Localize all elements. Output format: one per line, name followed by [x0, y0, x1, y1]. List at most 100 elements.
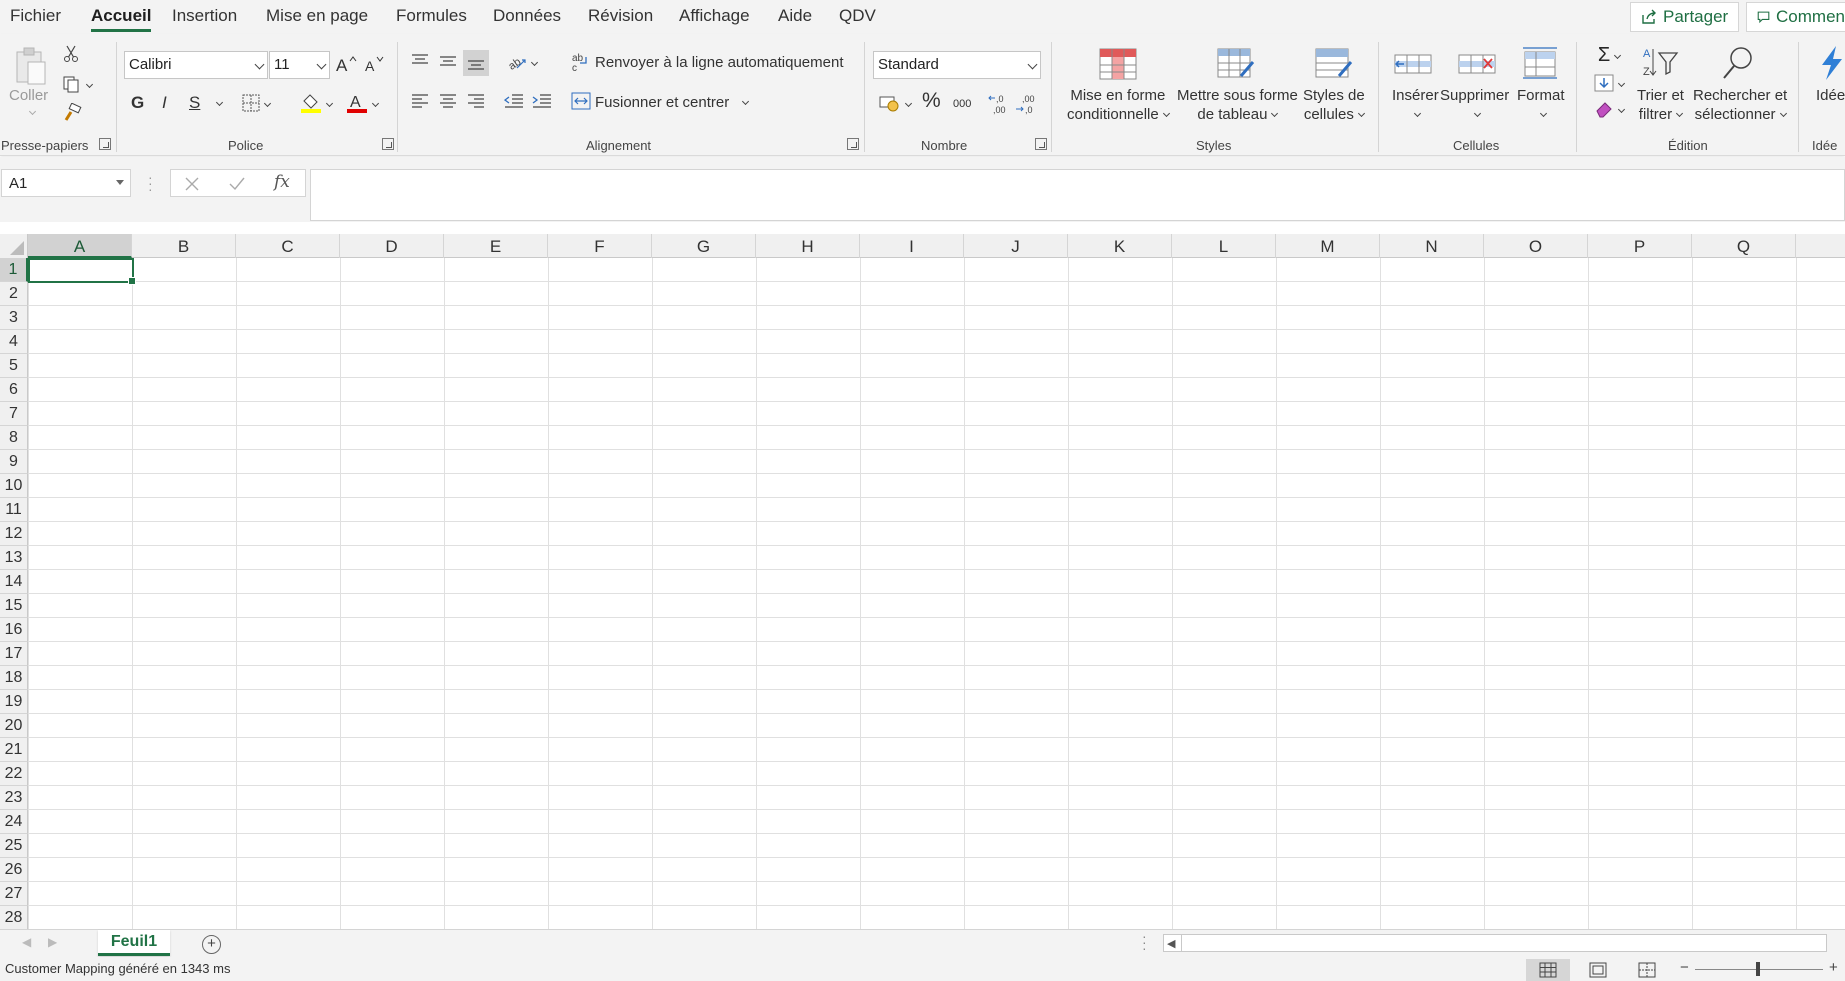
cell-styles-button[interactable]: Styles de cellules [1303, 86, 1365, 124]
row-header-23[interactable]: 23 [0, 786, 28, 810]
row-header-8[interactable]: 8 [0, 426, 28, 450]
row-header-6[interactable]: 6 [0, 378, 28, 402]
chevron-down-icon[interactable] [28, 107, 37, 116]
insert-cells-button[interactable]: Insérer [1392, 86, 1439, 124]
tab-aide[interactable]: Aide [778, 6, 812, 26]
copy-button[interactable] [60, 74, 94, 94]
fill-color-button[interactable] [296, 90, 336, 116]
tab-fichier[interactable]: Fichier [10, 6, 61, 26]
row-header-27[interactable]: 27 [0, 882, 28, 906]
normal-view-button[interactable] [1526, 959, 1570, 981]
column-header-o[interactable]: O [1484, 234, 1588, 258]
merge-center-button[interactable]: Fusionner et centrer [595, 93, 729, 112]
font-size-select[interactable]: 11 [269, 51, 330, 79]
decrease-decimal-button[interactable]: ,00,0 [1013, 92, 1037, 116]
column-header-j[interactable]: J [964, 234, 1068, 258]
column-header-c[interactable]: C [236, 234, 340, 258]
enter-icon[interactable] [229, 176, 245, 192]
column-header-i[interactable]: I [860, 234, 964, 258]
fill-button[interactable] [1589, 72, 1629, 94]
cut-button[interactable] [61, 44, 81, 64]
column-header-m[interactable]: M [1276, 234, 1380, 258]
comments-button[interactable]: Commen [1746, 2, 1845, 32]
row-header-21[interactable]: 21 [0, 738, 28, 762]
row-header-5[interactable]: 5 [0, 354, 28, 378]
row-header-18[interactable]: 18 [0, 666, 28, 690]
row-header-12[interactable]: 12 [0, 522, 28, 546]
ideas-button[interactable]: Idée [1816, 86, 1845, 105]
thousands-separator-button[interactable]: 000 [953, 95, 971, 114]
column-header-k[interactable]: K [1068, 234, 1172, 258]
decrease-font-button[interactable]: A [362, 52, 386, 76]
conditional-formatting-button[interactable]: Mise en forme conditionnelle [1067, 86, 1170, 124]
row-header-16[interactable]: 16 [0, 618, 28, 642]
row-header-25[interactable]: 25 [0, 834, 28, 858]
clear-button[interactable] [1589, 98, 1629, 120]
alignment-launcher-icon[interactable] [847, 138, 859, 150]
select-all-button[interactable] [0, 234, 28, 258]
row-header-13[interactable]: 13 [0, 546, 28, 570]
tab-qdv[interactable]: QDV [839, 6, 876, 26]
tab-donnees[interactable]: Données [493, 6, 561, 26]
column-header-e[interactable]: E [444, 234, 548, 258]
row-header-19[interactable]: 19 [0, 690, 28, 714]
row-header-4[interactable]: 4 [0, 330, 28, 354]
tab-mise-en-page[interactable]: Mise en page [266, 6, 368, 26]
align-right-button[interactable] [465, 90, 487, 112]
row-header-15[interactable]: 15 [0, 594, 28, 618]
row-header-20[interactable]: 20 [0, 714, 28, 738]
column-header-n[interactable]: N [1380, 234, 1484, 258]
cells-area[interactable] [28, 258, 1845, 929]
row-header-1[interactable]: 1 [0, 258, 28, 282]
horizontal-scrollbar[interactable]: ◀ [1163, 934, 1827, 952]
borders-button[interactable] [239, 92, 273, 114]
bold-button[interactable]: G [131, 93, 144, 112]
selected-cell[interactable] [28, 258, 136, 285]
column-header-f[interactable]: F [548, 234, 652, 258]
align-middle-button[interactable] [437, 50, 459, 72]
name-box[interactable]: A1 [1, 169, 131, 197]
italic-button[interactable]: I [162, 93, 167, 112]
column-header-d[interactable]: D [340, 234, 444, 258]
page-break-view-button[interactable] [1625, 959, 1669, 981]
row-header-3[interactable]: 3 [0, 306, 28, 330]
row-header-28[interactable]: 28 [0, 906, 28, 929]
column-header-a[interactable]: A [28, 234, 132, 258]
font-color-button[interactable]: A [342, 90, 382, 116]
tab-formules[interactable]: Formules [396, 6, 467, 26]
increase-font-button[interactable]: A [334, 52, 358, 76]
orientation-button[interactable]: ab [502, 51, 542, 73]
zoom-slider-thumb[interactable] [1756, 962, 1760, 976]
tab-affichage[interactable]: Affichage [679, 6, 750, 26]
font-name-select[interactable]: Calibri [124, 51, 268, 79]
scroll-right-icon[interactable]: ▶ [48, 935, 57, 949]
clipboard-launcher-icon[interactable] [99, 138, 111, 150]
align-top-button[interactable] [409, 50, 431, 72]
chevron-down-icon[interactable] [741, 97, 750, 106]
paste-button[interactable] [12, 44, 50, 88]
column-header-p[interactable]: P [1588, 234, 1692, 258]
zoom-in-button[interactable]: + [1829, 959, 1838, 976]
worksheet-grid[interactable]: A B C D E F G H I J K L M N O P Q 123456… [0, 234, 1845, 929]
accounting-format-button[interactable] [875, 92, 915, 114]
column-header-q[interactable]: Q [1692, 234, 1796, 258]
tab-revision[interactable]: Révision [588, 6, 653, 26]
number-format-select[interactable]: Standard [873, 51, 1041, 79]
tab-insertion[interactable]: Insertion [172, 6, 237, 26]
row-header-22[interactable]: 22 [0, 762, 28, 786]
grip-icon[interactable]: · · · [1142, 929, 1147, 955]
row-header-14[interactable]: 14 [0, 570, 28, 594]
column-header-g[interactable]: G [652, 234, 756, 258]
increase-decimal-button[interactable]: ,0,00 [986, 92, 1010, 116]
row-header-11[interactable]: 11 [0, 498, 28, 522]
row-header-10[interactable]: 10 [0, 474, 28, 498]
tab-accueil[interactable]: Accueil [91, 6, 152, 32]
chevron-down-icon[interactable] [215, 98, 224, 107]
find-select-button[interactable]: Rechercher et sélectionner [1693, 86, 1787, 124]
zoom-out-button[interactable]: − [1680, 959, 1689, 976]
align-center-button[interactable] [437, 90, 459, 112]
column-header-b[interactable]: B [132, 234, 236, 258]
row-header-9[interactable]: 9 [0, 450, 28, 474]
page-layout-view-button[interactable] [1576, 959, 1620, 981]
row-header-2[interactable]: 2 [0, 282, 28, 306]
